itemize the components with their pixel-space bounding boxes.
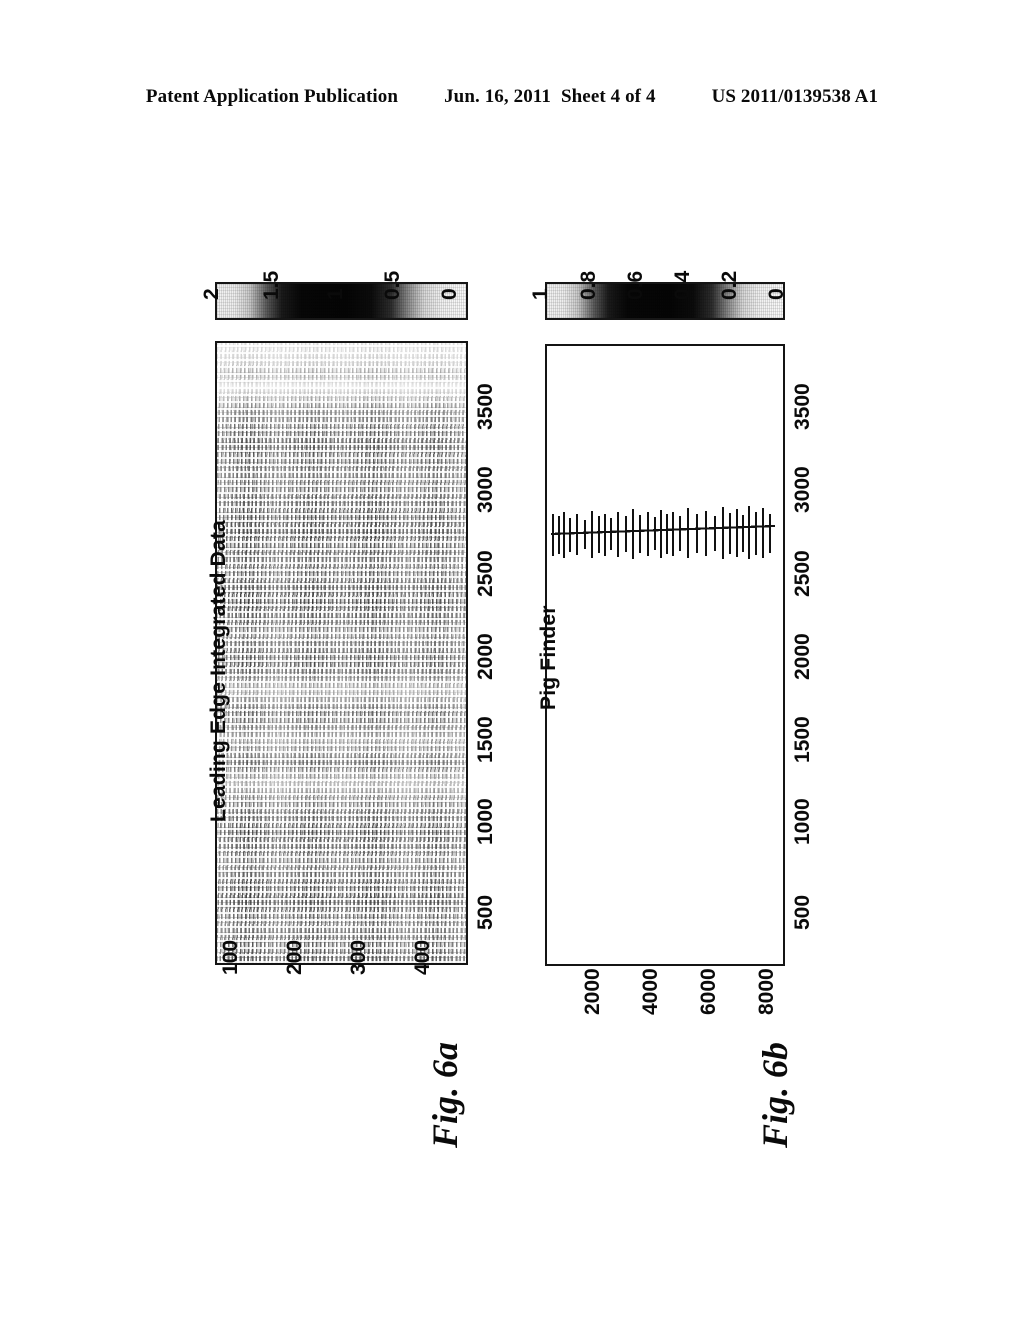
xaxis-tick-6b-500: 500	[791, 894, 814, 930]
colorbar-6b-tick-2: 0.6	[624, 270, 647, 300]
colorbar-6b-tick-0: 1	[529, 288, 552, 300]
yaxis-tick-6b-6000: 6000	[697, 968, 720, 1015]
spike-trace-6b	[550, 506, 776, 559]
colorbar-6b-tick-1: 0.8	[577, 270, 600, 300]
xaxis-tick-6b-2500: 2500	[791, 550, 814, 597]
figure-6b: 1 0.8 0.6 0.4 0.2 0 Pig Finder 500 1000 …	[0, 0, 1024, 1320]
colorbar-6b-tick-4: 0.2	[718, 270, 741, 300]
xaxis-tick-6b-3000: 3000	[791, 466, 814, 513]
xaxis-tick-6b-2000: 2000	[791, 633, 814, 680]
yaxis-tick-6b-2000: 2000	[581, 968, 604, 1015]
plot-area-6b	[545, 344, 785, 966]
colorbar-6b-tick-5: 0	[765, 288, 788, 300]
figure-caption-6b: Fig. 6b	[755, 1041, 795, 1148]
colorbar-6b-tick-3: 0.4	[671, 270, 694, 300]
yaxis-tick-6b-4000: 4000	[639, 968, 662, 1015]
xaxis-tick-6b-3500: 3500	[791, 383, 814, 430]
patent-page: Patent Application Publication Jun. 16, …	[0, 0, 1024, 1320]
yaxis-tick-6b-8000: 8000	[755, 968, 778, 1015]
xaxis-tick-6b-1500: 1500	[791, 716, 814, 763]
xaxis-tick-6b-1000: 1000	[791, 798, 814, 845]
plot-title-6b: Pig Finder	[537, 605, 560, 710]
